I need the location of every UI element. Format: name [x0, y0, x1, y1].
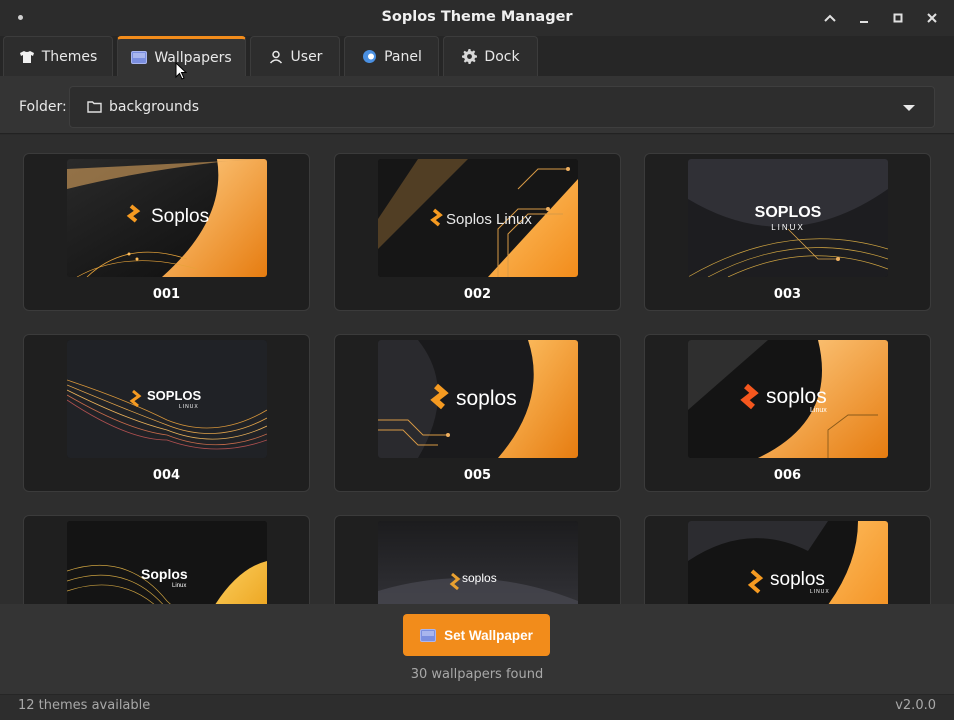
- wallpaper-brand: Soplos Linux: [446, 211, 532, 228]
- wallpaper-card[interactable]: soplos 005: [334, 334, 621, 492]
- tab-panel[interactable]: Panel: [344, 36, 439, 76]
- folder-row: Folder: backgrounds: [0, 76, 954, 134]
- wallpaper-brand: SOPLOS: [147, 388, 202, 403]
- version-label: v2.0.0: [895, 698, 936, 713]
- minimize-button[interactable]: [853, 8, 875, 28]
- minimize-icon: [860, 21, 868, 23]
- wallpaper-brand: Soplos: [151, 206, 209, 227]
- wallpaper-label: 003: [773, 287, 802, 302]
- tab-user[interactable]: User: [250, 36, 340, 76]
- tab-label: Wallpapers: [154, 49, 232, 66]
- tshirt-icon: [19, 49, 35, 65]
- tab-themes[interactable]: Themes: [3, 36, 113, 76]
- wallpaper-brand: soplos: [766, 385, 827, 408]
- wallpaper-thumbnail: soplos: [378, 340, 578, 458]
- wallpaper-sub: Linux: [172, 583, 186, 589]
- chevron-up-icon: [824, 14, 836, 22]
- wallpaper-sub: LINUX: [771, 223, 805, 232]
- maximize-icon: [893, 13, 903, 23]
- panel-toggle-icon: [361, 49, 377, 65]
- status-bar: 12 themes available v2.0.0: [0, 694, 954, 720]
- wallpaper-card[interactable]: Soplos Linux 002: [334, 153, 621, 311]
- wallpaper-sub: Linux: [810, 407, 827, 414]
- image-icon: [131, 50, 148, 66]
- wallpaper-thumbnail: soplos LINUX: [688, 521, 888, 604]
- wallpaper-brand: Soplos: [141, 566, 188, 582]
- tab-label: Dock: [484, 48, 520, 65]
- wallpaper-thumbnail: SOPLOS LINUX: [67, 340, 267, 458]
- folder-select[interactable]: backgrounds: [69, 86, 935, 128]
- wallpaper-label: 005: [463, 468, 492, 483]
- mouse-pointer-icon: [175, 62, 187, 80]
- user-icon: [268, 49, 284, 65]
- wallpaper-brand: soplos: [770, 569, 825, 590]
- wallpaper-thumbnail: Soplos: [67, 159, 267, 277]
- wallpaper-label: 001: [152, 287, 181, 302]
- close-button[interactable]: [921, 8, 943, 28]
- wallpaper-brand: soplos: [462, 571, 497, 585]
- wallpaper-card[interactable]: SOPLOS LINUX 004: [23, 334, 310, 492]
- folder-icon: [87, 101, 102, 113]
- wallpaper-count: 30 wallpapers found: [410, 667, 544, 682]
- shade-button[interactable]: [819, 8, 841, 28]
- tab-label: User: [290, 48, 323, 65]
- folder-value: backgrounds: [109, 99, 200, 115]
- tab-bar: Themes Wallpapers User Panel Dock: [0, 36, 954, 76]
- gear-icon: [461, 49, 477, 65]
- maximize-button[interactable]: [887, 8, 909, 28]
- wallpaper-card[interactable]: Soplos 001: [23, 153, 310, 311]
- tab-label: Panel: [384, 48, 422, 65]
- action-area: Set Wallpaper 30 wallpapers found: [0, 604, 954, 694]
- wallpaper-thumbnail: SOPLOS LINUX: [688, 159, 888, 277]
- wallpaper-label: 006: [773, 468, 802, 483]
- wallpaper-thumbnail: soplos Linux: [688, 340, 888, 458]
- wallpaper-sub: LINUX: [179, 404, 199, 410]
- wallpaper-brand: SOPLOS: [755, 204, 822, 221]
- set-wallpaper-button[interactable]: Set Wallpaper: [403, 614, 550, 656]
- image-icon: [420, 628, 437, 642]
- tab-dock[interactable]: Dock: [443, 36, 538, 76]
- wallpaper-thumbnail: Soplos Linux: [378, 159, 578, 277]
- wallpaper-label: 004: [152, 468, 181, 483]
- wallpaper-brand: soplos: [456, 387, 517, 410]
- wallpaper-card[interactable]: soplos Linux 006: [644, 334, 931, 492]
- tab-label: Themes: [41, 48, 98, 65]
- wallpaper-label: 002: [463, 287, 492, 302]
- folder-label: Folder:: [19, 99, 67, 115]
- chevron-down-icon: [903, 105, 915, 111]
- wallpaper-thumbnail: Soplos Linux: [67, 521, 267, 604]
- wallpaper-thumbnail: soplos: [378, 521, 578, 604]
- wallpaper-card[interactable]: SOPLOS LINUX 003: [644, 153, 931, 311]
- wallpaper-card[interactable]: soplos 008: [334, 515, 621, 604]
- set-wallpaper-label: Set Wallpaper: [444, 627, 533, 643]
- wallpaper-sub: LINUX: [810, 589, 830, 595]
- wallpaper-card[interactable]: Soplos Linux 007: [23, 515, 310, 604]
- themes-count: 12 themes available: [18, 698, 151, 713]
- wallpaper-card[interactable]: soplos LINUX 009: [644, 515, 931, 604]
- window-title: Soplos Theme Manager: [381, 9, 573, 25]
- close-icon: [927, 13, 937, 23]
- titlebar: Soplos Theme Manager: [0, 0, 954, 36]
- wallpaper-grid[interactable]: Soplos 001 Soplos Linux 002 SOPLOS LINUX…: [0, 135, 954, 604]
